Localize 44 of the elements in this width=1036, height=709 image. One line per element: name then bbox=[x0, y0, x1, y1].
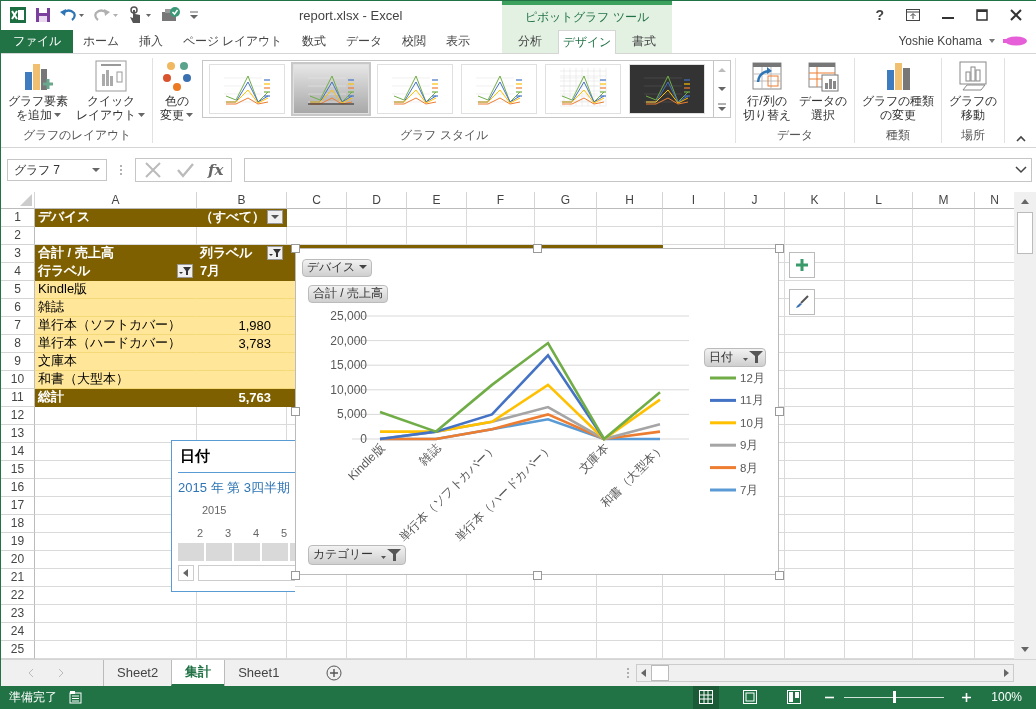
ribbon-group-label: 種類 bbox=[885, 127, 911, 144]
timeline-month: 2 bbox=[195, 527, 205, 539]
ribbon-group-label: グラフ スタイル bbox=[399, 127, 489, 144]
timeline-month: 3 bbox=[223, 527, 233, 539]
context-tab-label: ピボットグラフ ツール bbox=[502, 1, 672, 30]
ribbon-group-label: グラフのレイアウト bbox=[21, 127, 132, 144]
cell-text: 単行本（ソフトカバー） bbox=[38, 317, 182, 334]
cell-text: 文庫本 bbox=[38, 353, 78, 370]
window-title: report.xlsx - Excel bbox=[299, 7, 403, 23]
ribbon-group-label: データ bbox=[776, 127, 814, 144]
legend-label: 9月 bbox=[740, 439, 759, 452]
axis-label: 25,000 bbox=[330, 309, 367, 323]
axis-label: 文庫本 bbox=[575, 441, 612, 477]
legend-label: 12月 bbox=[740, 372, 765, 384]
cell-text: （すべて） bbox=[200, 209, 266, 226]
legend-label: 7月 bbox=[740, 484, 759, 496]
axis-label: 15,000 bbox=[330, 358, 367, 373]
cell-text: 7月 bbox=[200, 263, 222, 280]
ribbon-group-label: 場所 bbox=[960, 127, 986, 144]
axis-label: 0 bbox=[360, 432, 367, 446]
axis-label: 5,000 bbox=[336, 407, 367, 422]
timeline-year: 2015 bbox=[202, 504, 227, 516]
cell-text: Kindle版 bbox=[38, 281, 89, 298]
axis-label: 20,000 bbox=[330, 333, 367, 348]
cell-text: 総計 bbox=[38, 389, 65, 406]
status-text: 準備完了 bbox=[9, 689, 57, 706]
cell-text: 和書（大型本） bbox=[38, 371, 130, 388]
cell-text: 5,763 bbox=[237, 390, 272, 405]
cell-text: 列ラベル bbox=[200, 245, 253, 262]
cell-text: 雑誌 bbox=[38, 299, 65, 316]
legend-label: 11月 bbox=[740, 394, 764, 407]
axis-label: 10,000 bbox=[330, 382, 367, 397]
cell-text: 3,783 bbox=[237, 336, 272, 351]
cell-text: 合計 / 売上高 bbox=[38, 245, 115, 262]
axis-label: 雑誌 bbox=[416, 441, 444, 469]
cell-text: デバイス bbox=[38, 209, 91, 226]
cell-text: 単行本（ハードカバー） bbox=[38, 335, 182, 352]
cell-text: 行ラベル bbox=[38, 263, 91, 280]
timeline-month: 5 bbox=[279, 527, 289, 539]
legend-label: 10月 bbox=[740, 416, 765, 429]
legend-label: 8月 bbox=[740, 461, 759, 474]
timeline-title: 日付 bbox=[180, 447, 210, 466]
cell-text: 1,980 bbox=[237, 318, 272, 333]
timeline-month: 4 bbox=[251, 527, 261, 539]
